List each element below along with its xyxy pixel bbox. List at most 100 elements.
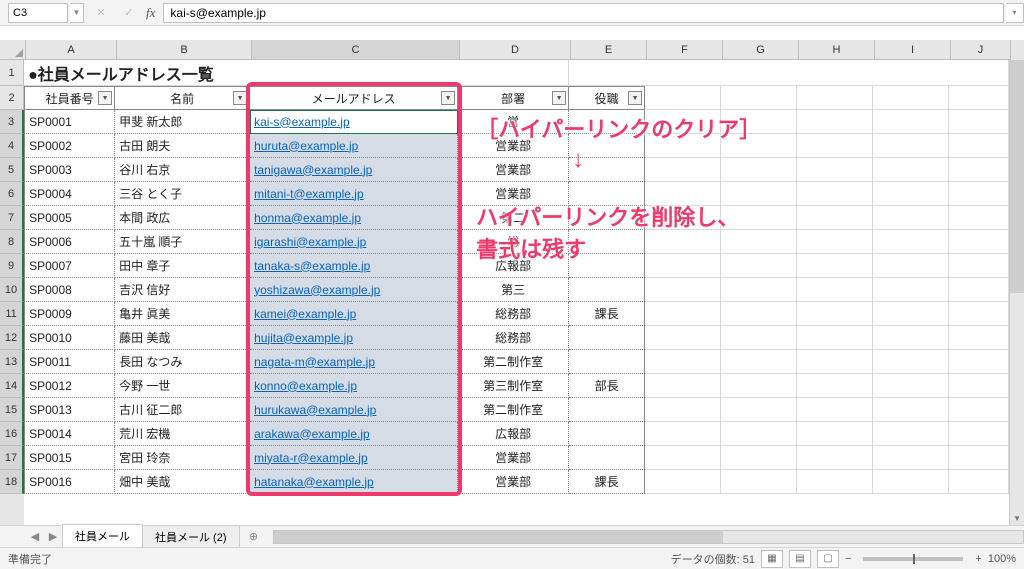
cell-r10-c2[interactable]: yoshizawa@example.jp [250,278,458,302]
sheet-tab-inactive[interactable]: 社員メール (2) [142,525,240,549]
cell-empty[interactable] [645,86,721,110]
cell-r15-c1[interactable]: 古川 征二郎 [115,398,250,422]
cell-r15-c4[interactable] [569,398,645,422]
row-header-12[interactable]: 12 [0,326,24,350]
cell-r5-c2[interactable]: tanigawa@example.jp [250,158,458,182]
cell-r9-c5[interactable] [645,254,721,278]
row-header-2[interactable]: 2 [0,86,24,110]
vertical-scrollbar[interactable]: ▲ ▼ [1009,60,1024,525]
cell-r4-c8[interactable] [873,134,949,158]
cell-r9-c0[interactable]: SP0007 [24,254,115,278]
cell-r4-c9[interactable] [949,134,1009,158]
cell-r16-c7[interactable] [797,422,873,446]
cell-r9-c6[interactable] [721,254,797,278]
cell-r8-c8[interactable] [873,230,949,254]
cell-r15-c8[interactable] [873,398,949,422]
col-header-F[interactable]: F [647,40,723,60]
cell-r9-c3[interactable]: 広報部 [458,254,569,278]
cell-r9-c1[interactable]: 田中 章子 [115,254,250,278]
name-box[interactable]: C3 [8,3,68,23]
cell-r10-c3[interactable]: 第三 [458,278,569,302]
cell-r7-c0[interactable]: SP0005 [24,206,115,230]
hyperlink[interactable]: tanaka-s@example.jp [254,259,370,273]
cell-r16-c0[interactable]: SP0014 [24,422,115,446]
cell-r9-c9[interactable] [949,254,1009,278]
row-header-5[interactable]: 5 [0,158,24,182]
hyperlink[interactable]: mitani-t@example.jp [254,187,364,201]
cell-empty[interactable] [797,86,873,110]
cell-r12-c3[interactable]: 総務部 [458,326,569,350]
cell-r10-c9[interactable] [949,278,1009,302]
hyperlink[interactable]: arakawa@example.jp [254,427,370,441]
cell-r3-c1[interactable]: 甲斐 新太郎 [115,110,250,134]
tab-nav-next-icon[interactable]: ▶ [44,528,62,546]
cell-r17-c6[interactable] [721,446,797,470]
cell-r4-c3[interactable]: 営業部 [458,134,569,158]
cell-r6-c4[interactable] [569,182,645,206]
cell-r14-c6[interactable] [721,374,797,398]
cell-r12-c2[interactable]: hujita@example.jp [250,326,458,350]
cell-r11-c4[interactable]: 課長 [569,302,645,326]
cell-r6-c6[interactable] [721,182,797,206]
hyperlink[interactable]: huruta@example.jp [254,139,358,153]
sheet-tab-active[interactable]: 社員メール [62,524,143,549]
hyperlink[interactable]: igarashi@example.jp [254,235,366,249]
cell-r18-c1[interactable]: 畑中 美哉 [115,470,250,494]
view-page-layout-icon[interactable]: ▤ [789,550,811,568]
cell-r16-c9[interactable] [949,422,1009,446]
cell-r3-c8[interactable] [873,110,949,134]
col-header-A[interactable]: A [26,40,117,60]
cell-r11-c7[interactable] [797,302,873,326]
fx-icon[interactable]: fx [146,5,155,21]
view-normal-icon[interactable]: ▦ [761,550,783,568]
id-header[interactable]: 社員番号▼ [24,86,115,110]
cell-r14-c2[interactable]: konno@example.jp [250,374,458,398]
cell-r16-c4[interactable] [569,422,645,446]
cell-r18-c8[interactable] [873,470,949,494]
title-cell[interactable]: ●社員メールアドレス一覧 [24,60,569,86]
cell-r17-c3[interactable]: 営業部 [458,446,569,470]
view-page-break-icon[interactable]: ▢ [817,550,839,568]
cell-r18-c9[interactable] [949,470,1009,494]
cell-r13-c1[interactable]: 長田 なつみ [115,350,250,374]
cell-r8-c6[interactable] [721,230,797,254]
cell-r13-c8[interactable] [873,350,949,374]
cell-r10-c6[interactable] [721,278,797,302]
cell-r5-c0[interactable]: SP0003 [24,158,115,182]
select-all-corner[interactable] [0,40,26,60]
hyperlink[interactable]: yoshizawa@example.jp [254,283,380,297]
formula-input[interactable]: kai-s@example.jp [163,3,1004,23]
cell-r8-c7[interactable] [797,230,873,254]
hyperlink[interactable]: tanigawa@example.jp [254,163,372,177]
cell-r8-c2[interactable]: igarashi@example.jp [250,230,458,254]
cell-r10-c4[interactable] [569,278,645,302]
cell-r15-c0[interactable]: SP0013 [24,398,115,422]
hyperlink[interactable]: hurukawa@example.jp [254,403,376,417]
row-header-1[interactable]: 1 [0,60,24,86]
cell-r5-c6[interactable] [721,158,797,182]
mail-header[interactable]: メールアドレス▼ [250,86,458,110]
hyperlink[interactable]: kai-s@example.jp [254,115,350,129]
row-header-3[interactable]: 3 [0,110,24,134]
cell-r9-c8[interactable] [873,254,949,278]
dept-header[interactable]: 部署▼ [458,86,569,110]
cell-r12-c0[interactable]: SP0010 [24,326,115,350]
cell-r8-c4[interactable] [569,230,645,254]
cell-r4-c4[interactable] [569,134,645,158]
cell-r15-c3[interactable]: 第二制作室 [458,398,569,422]
cell-r4-c7[interactable] [797,134,873,158]
cell-r17-c8[interactable] [873,446,949,470]
zoom-out-icon[interactable]: − [845,553,851,565]
cell-r7-c8[interactable] [873,206,949,230]
cell-r9-c4[interactable] [569,254,645,278]
row-header-10[interactable]: 10 [0,278,24,302]
cell-r15-c9[interactable] [949,398,1009,422]
cell-r3-c6[interactable] [721,110,797,134]
cell-r4-c5[interactable] [645,134,721,158]
cell-r13-c0[interactable]: SP0011 [24,350,115,374]
cell-r11-c9[interactable] [949,302,1009,326]
row-header-11[interactable]: 11 [0,302,24,326]
cell-r18-c3[interactable]: 営業部 [458,470,569,494]
cell-r5-c9[interactable] [949,158,1009,182]
cell-r6-c5[interactable] [645,182,721,206]
